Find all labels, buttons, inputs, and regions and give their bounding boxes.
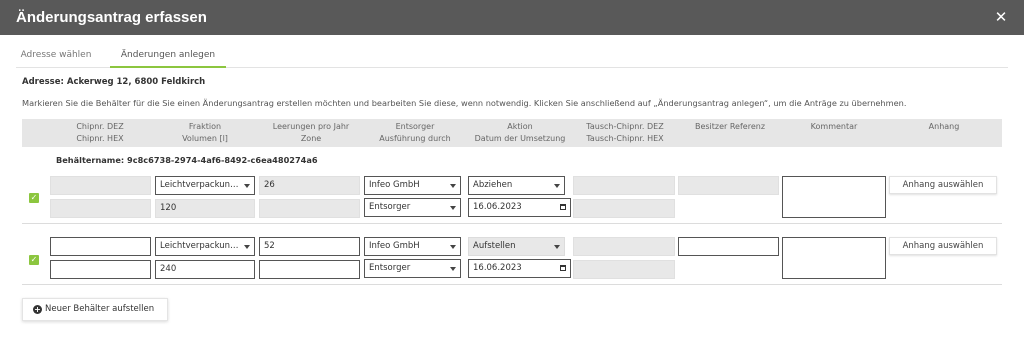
column-header-kommentar: Kommentar bbox=[810, 122, 858, 131]
address-label: Adresse: Ackerweg 12, 6800 Feldkirch bbox=[22, 77, 206, 87]
fraktion-select[interactable]: Leichtverpackun… bbox=[155, 176, 255, 195]
zone-field bbox=[259, 199, 360, 218]
instructions-text: Markieren Sie die Behälter für die Sie e… bbox=[22, 98, 907, 108]
neuer-behaelter-label: Neuer Behälter aufstellen bbox=[45, 304, 155, 314]
entsorger-select[interactable]: Infeo GmbH bbox=[364, 237, 461, 256]
row-divider bbox=[22, 223, 1002, 224]
chevron-down-icon bbox=[450, 184, 456, 188]
row-checkbox[interactable]: ✓ bbox=[29, 255, 39, 265]
kommentar-textarea[interactable] bbox=[782, 176, 886, 218]
column-header-leerungen: Leerungen pro Jahr Zone bbox=[272, 122, 350, 143]
close-icon[interactable]: ✕ bbox=[994, 8, 1008, 26]
datum-input[interactable]: 16.06.2023 bbox=[468, 259, 571, 278]
volumen-input[interactable]: 240 bbox=[155, 260, 255, 279]
column-header-besitzer-referenz: Besitzer Referenz bbox=[694, 122, 766, 131]
neuer-behaelter-button[interactable]: + Neuer Behälter aufstellen bbox=[22, 298, 168, 321]
column-header-aktion: Aktion Datum der Umsetzung bbox=[474, 122, 566, 143]
column-header-entsorger: Entsorger Ausführung durch bbox=[379, 122, 451, 143]
leerungen-field: 26 bbox=[259, 176, 360, 195]
row-divider bbox=[22, 284, 1002, 285]
aktion-select: Aufstellen bbox=[468, 237, 565, 256]
anhang-auswaehlen-button[interactable]: Anhang auswählen bbox=[889, 176, 997, 194]
chevron-down-icon bbox=[554, 245, 560, 249]
chevron-down-icon bbox=[554, 184, 560, 188]
tausch-chip-hex-field bbox=[573, 260, 675, 279]
kommentar-textarea[interactable] bbox=[782, 237, 886, 279]
calendar-icon[interactable] bbox=[560, 204, 566, 210]
volumen-field: 120 bbox=[155, 199, 255, 218]
aktion-select[interactable]: Abziehen bbox=[468, 176, 565, 195]
dialog-title: Änderungsantrag erfassen bbox=[16, 9, 207, 26]
column-header-fraktion: Fraktion Volumen [l] bbox=[182, 122, 228, 143]
tausch-chip-dez-field bbox=[573, 237, 675, 256]
tab-adresse-waehlen[interactable]: Adresse wählen bbox=[16, 46, 96, 68]
leerungen-input[interactable]: 52 bbox=[259, 237, 360, 256]
chip-dez-input[interactable] bbox=[50, 237, 151, 256]
tab-aenderungen-anlegen[interactable]: Änderungen anlegen bbox=[110, 46, 226, 68]
ausfuehrung-select[interactable]: Entsorger bbox=[364, 198, 461, 217]
dialog-titlebar: Änderungsantrag erfassen ✕ bbox=[0, 0, 1024, 35]
calendar-icon[interactable] bbox=[560, 265, 566, 271]
chevron-down-icon bbox=[244, 184, 250, 188]
besitzer-referenz-input[interactable] bbox=[678, 237, 779, 256]
chevron-down-icon bbox=[450, 245, 456, 249]
besitzer-referenz-field bbox=[678, 176, 779, 195]
entsorger-select[interactable]: Infeo GmbH bbox=[364, 176, 461, 195]
tausch-chip-dez-field bbox=[573, 176, 675, 195]
chip-hex-field bbox=[50, 199, 151, 218]
chevron-down-icon bbox=[244, 245, 250, 249]
zone-input[interactable] bbox=[259, 260, 360, 279]
column-header-tausch-chipnr: Tausch-Chipnr. DEZ Tausch-Chipnr. HEX bbox=[586, 122, 664, 143]
ausfuehrung-select[interactable]: Entsorger bbox=[364, 259, 461, 278]
chip-dez-field bbox=[50, 176, 151, 195]
anhang-auswaehlen-button[interactable]: Anhang auswählen bbox=[889, 237, 997, 255]
datum-input[interactable]: 16.06.2023 bbox=[468, 198, 571, 217]
chip-hex-input[interactable] bbox=[50, 260, 151, 279]
table-header: Chipnr. DEZ Chipnr. HEX Fraktion Volumen [… bbox=[22, 119, 1002, 147]
tausch-chip-hex-field bbox=[573, 199, 675, 218]
container-name-label: Behältername: 9c8c6738-2974-4af6-8492-c6… bbox=[56, 155, 318, 165]
row-checkbox[interactable]: ✓ bbox=[29, 193, 39, 203]
chevron-down-icon bbox=[450, 267, 456, 271]
tab-bar: Adresse wählen Änderungen anlegen bbox=[16, 46, 1008, 68]
plus-circle-icon: + bbox=[33, 305, 42, 314]
column-header-anhang: Anhang bbox=[928, 122, 960, 131]
chevron-down-icon bbox=[450, 206, 456, 210]
fraktion-select[interactable]: Leichtverpackun… bbox=[155, 237, 255, 256]
column-header-chipnr: Chipnr. DEZ Chipnr. HEX bbox=[76, 122, 124, 143]
